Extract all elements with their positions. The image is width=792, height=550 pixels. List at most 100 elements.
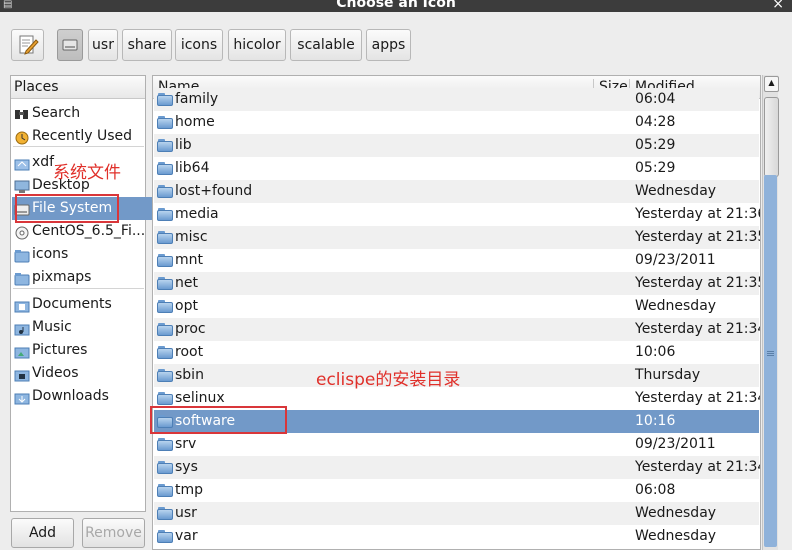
file-modified: Wednesday	[635, 298, 717, 314]
places-item-pixmaps[interactable]: pixmaps	[12, 266, 165, 289]
remove-button[interactable]: Remove	[82, 518, 145, 548]
file-name: family	[175, 91, 219, 107]
folder-icon	[157, 162, 173, 175]
path-button-icons[interactable]: icons	[175, 29, 223, 61]
table-row[interactable]: srv 09/23/2011	[154, 433, 759, 456]
title-bar[interactable]: ▤ Choose an Icon ×	[0, 0, 792, 12]
file-name: srv	[175, 436, 197, 452]
file-modified: 04:28	[635, 114, 676, 130]
table-row[interactable]: lib 05:29	[154, 134, 759, 157]
folder-icon	[157, 369, 173, 382]
file-name: sbin	[175, 367, 204, 383]
file-list-panel: Name ⌄ Size Modified family 06:04 home 04:2…	[152, 75, 761, 550]
scrollbar-thumb[interactable]	[764, 97, 779, 177]
table-row[interactable]: misc Yesterday at 21:35	[154, 226, 761, 249]
file-modified: Yesterday at 21:36	[635, 206, 761, 222]
path-button-root[interactable]	[57, 29, 83, 61]
table-row-partial[interactable]: family 06:04	[154, 88, 759, 111]
folder-icon	[157, 438, 173, 451]
search-icon	[14, 107, 28, 119]
table-row[interactable]: tmp 06:08	[154, 479, 759, 502]
scrollbar-grip	[767, 351, 774, 352]
places-item-videos[interactable]: Videos	[12, 362, 165, 385]
places-item-label: pixmaps	[32, 269, 92, 285]
file-name: lib	[175, 137, 192, 153]
software-highlight-box	[150, 406, 287, 434]
table-row[interactable]: home 04:28	[154, 111, 759, 134]
folder-icon	[157, 185, 173, 198]
file-modified: 05:29	[635, 160, 676, 176]
table-row[interactable]: root 10:06	[154, 341, 759, 364]
file-modified: 05:29	[635, 137, 676, 153]
table-row[interactable]: lost+found Wednesday	[154, 180, 759, 203]
edit-location-button[interactable]	[11, 29, 44, 61]
places-item-pictures[interactable]: Pictures	[12, 339, 165, 362]
file-modified: Yesterday at 21:35	[635, 229, 761, 245]
table-row[interactable]: var Wednesday	[154, 525, 759, 548]
file-name: lost+found	[175, 183, 253, 199]
places-item-label: xdf	[32, 154, 55, 170]
places-item-label: CentOS_6.5_Fi...	[32, 223, 146, 239]
path-button-scalable[interactable]: scalable	[290, 29, 362, 61]
places-header[interactable]: Places	[11, 76, 145, 99]
file-name: usr	[175, 505, 197, 521]
table-row[interactable]: mnt 09/23/2011	[154, 249, 759, 272]
close-icon[interactable]: ×	[772, 0, 784, 12]
places-item-label: icons	[32, 246, 69, 262]
file-modified: Yesterday at 21:35	[635, 275, 761, 291]
places-item-recently-used[interactable]: Recently Used	[12, 125, 165, 148]
file-modified: 09/23/2011	[635, 436, 716, 452]
file-modified: Wednesday	[635, 183, 717, 199]
table-row[interactable]: net Yesterday at 21:35	[154, 272, 761, 295]
folder-icon	[157, 507, 173, 520]
file-modified: 06:04	[635, 91, 676, 107]
scrollbar-track	[764, 175, 777, 547]
add-button[interactable]: Add	[11, 518, 74, 548]
pictures-icon	[14, 344, 30, 359]
file-modified: 10:16	[635, 413, 676, 429]
downloads-icon	[14, 390, 30, 405]
places-item-downloads[interactable]: Downloads	[12, 385, 165, 408]
folder-icon	[157, 300, 173, 313]
folder-icon	[157, 346, 173, 359]
scroll-up-icon[interactable]: ▲	[764, 76, 779, 92]
places-item-centos-6-5-fi[interactable]: CentOS_6.5_Fi...	[12, 220, 165, 243]
path-button-usr[interactable]: usr	[88, 29, 118, 61]
file-name: root	[175, 344, 204, 360]
places-item-icons[interactable]: icons	[12, 243, 165, 266]
folder-icon	[157, 392, 173, 405]
places-item-label: Downloads	[32, 388, 109, 404]
path-button-hicolor[interactable]: hicolor	[228, 29, 286, 61]
folder-icon	[157, 208, 173, 221]
table-row[interactable]: usr Wednesday	[154, 502, 759, 525]
folder-icon	[157, 93, 173, 106]
file-list-scrollbar[interactable]: ▲	[762, 75, 779, 550]
file-modified: Wednesday	[635, 505, 717, 521]
places-item-music[interactable]: Music	[12, 316, 165, 339]
file-name: proc	[175, 321, 206, 337]
folder-icon	[14, 248, 30, 263]
file-name: mnt	[175, 252, 203, 268]
places-item-documents[interactable]: Documents	[12, 293, 165, 316]
table-row[interactable]: sys Yesterday at 21:34	[154, 456, 760, 479]
file-name: opt	[175, 298, 198, 314]
table-row[interactable]: opt Wednesday	[154, 295, 759, 318]
folder-icon	[157, 277, 173, 290]
filesystem-highlight-box	[15, 194, 119, 223]
folder-icon	[157, 254, 173, 267]
places-item-search[interactable]: Search	[12, 102, 165, 125]
eclipse-annotation: eclispe的安装目录	[316, 370, 461, 390]
places-item-label: Videos	[32, 365, 79, 381]
file-modified: 10:06	[635, 344, 676, 360]
pencil-paper-icon	[19, 35, 39, 55]
filesystem-annotation: 系统文件	[53, 163, 121, 183]
table-row[interactable]: media Yesterday at 21:36	[154, 203, 761, 226]
path-button-apps[interactable]: apps	[366, 29, 411, 61]
file-modified: Thursday	[635, 367, 701, 383]
file-name: lib64	[175, 160, 210, 176]
path-button-share[interactable]: share	[122, 29, 172, 61]
places-panel: Places Search Recently Used xdf Desktop File…	[10, 75, 165, 512]
file-modified: 09/23/2011	[635, 252, 716, 268]
table-row[interactable]: proc Yesterday at 21:34	[154, 318, 760, 341]
table-row[interactable]: lib64 05:29	[154, 157, 759, 180]
